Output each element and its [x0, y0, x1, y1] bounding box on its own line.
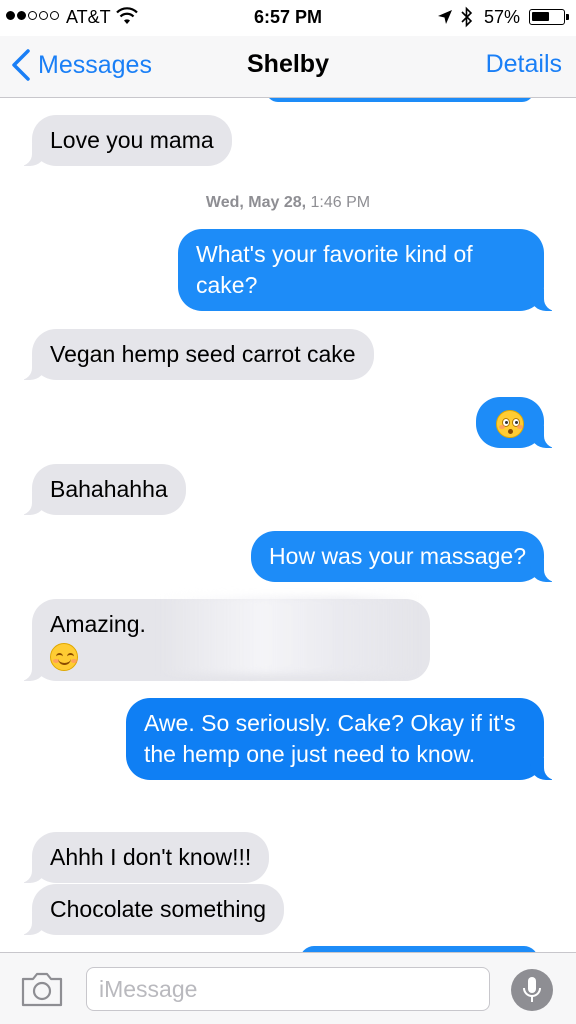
message-bubble-incoming[interactable]: Vegan hemp seed carrot cake — [18, 329, 374, 380]
message-text: Vegan hemp seed carrot cake — [50, 341, 356, 367]
message-bubble-outgoing[interactable] — [476, 397, 558, 448]
timestamp-date: Wed, May 28, — [205, 194, 307, 211]
message-text: Love you mama — [50, 127, 214, 153]
bluetooth-icon — [461, 6, 473, 28]
location-arrow-icon — [438, 10, 452, 24]
imessage-input[interactable] — [86, 967, 490, 1011]
microphone-button[interactable] — [511, 969, 553, 1011]
message-timestamp: Wed, May 28, 1:46 PM — [0, 194, 576, 212]
message-bubble-outgoing[interactable]: What's your favorite kind of cake? — [178, 229, 558, 311]
message-text: How was your massage? — [269, 543, 526, 569]
message-text: Amazing. — [50, 611, 146, 637]
message-bubble-incoming[interactable]: Love you mama — [18, 115, 232, 166]
camera-icon[interactable] — [20, 969, 64, 1009]
battery-level — [532, 12, 549, 21]
battery-terminal — [566, 14, 569, 20]
message-text: Bahahahha — [50, 476, 168, 502]
message-text: What's your favorite kind of cake? — [196, 241, 473, 298]
details-button[interactable]: Details — [486, 50, 562, 79]
battery-icon — [529, 9, 569, 25]
message-thread[interactable]: Love you mama Wed, May 28, 1:46 PM What'… — [0, 98, 576, 952]
blurred-overlay — [158, 596, 420, 674]
timestamp-time: 1:46 PM — [310, 194, 371, 211]
microphone-icon — [523, 977, 541, 1002]
message-bubble-incoming[interactable]: Chocolate something — [17, 884, 285, 935]
battery-percentage: 57% — [484, 7, 521, 27]
compose-bar — [0, 952, 576, 1024]
status-bar: AT&T 6:57 PM 57% — [0, 0, 576, 36]
message-text: Ahhh I don't know!!! — [50, 844, 252, 870]
message-text: Awe. So seriously. Cake? Okay if it's th… — [144, 710, 516, 767]
previous-message-edge — [266, 98, 534, 102]
message-bubble-incoming[interactable]: Ahhh I don't know!!! — [17, 832, 270, 883]
flushed-face-emoji-icon — [496, 409, 524, 438]
message-bubble-incoming[interactable]: Bahahahha — [18, 464, 186, 515]
message-bubble-outgoing[interactable]: How was your massage? — [251, 531, 558, 582]
smiling-face-emoji-icon — [50, 642, 78, 671]
message-text: Chocolate something — [50, 896, 267, 922]
navigation-bar: Messages Shelby Details — [0, 36, 576, 98]
message-bubble-outgoing[interactable]: Awe. So seriously. Cake? Okay if it's th… — [126, 698, 558, 780]
